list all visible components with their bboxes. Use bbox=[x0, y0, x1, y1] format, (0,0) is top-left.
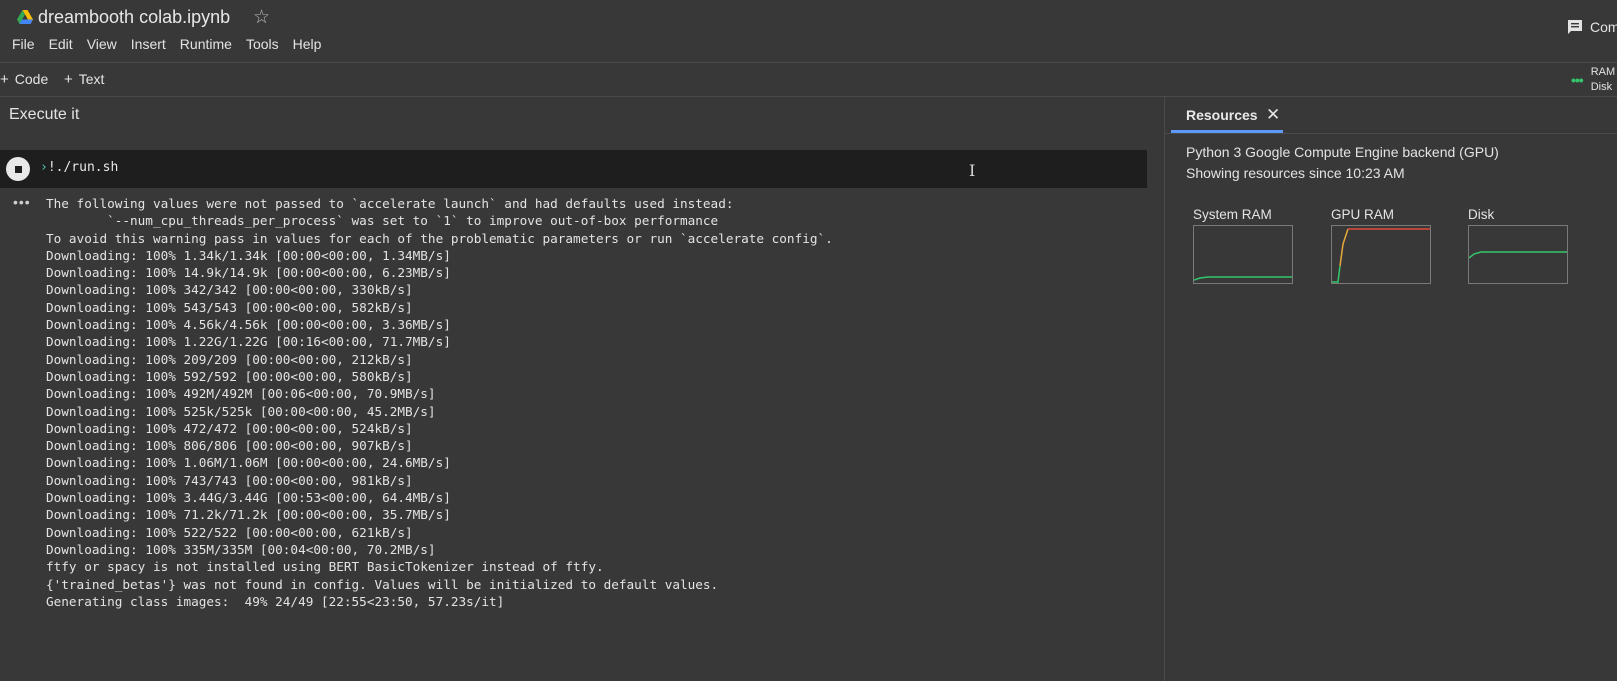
cell-output: The following values were not passed to … bbox=[46, 195, 833, 610]
output-line: Downloading: 100% 543/543 [00:00<00:00, … bbox=[46, 299, 413, 315]
output-line: Downloading: 100% 525k/525k [00:00<00:00… bbox=[46, 403, 436, 419]
menu-help[interactable]: Help bbox=[293, 36, 322, 52]
google-drive-icon bbox=[17, 10, 33, 24]
comment-button[interactable]: Comment bbox=[1566, 18, 1617, 36]
plus-icon: + bbox=[0, 71, 9, 88]
stop-cell-button[interactable] bbox=[6, 157, 30, 181]
gpu-ram-gauge: GPU RAM bbox=[1331, 207, 1431, 284]
disk-gauge: Disk bbox=[1468, 207, 1568, 284]
output-line: Downloading: 100% 4.56k/4.56k [00:00<00:… bbox=[46, 317, 451, 333]
toolbar: + Code + Text ••• RAM Disk bbox=[0, 62, 1617, 97]
output-line: Downloading: 100% 3.44G/3.44G [00:53<00:… bbox=[46, 490, 451, 506]
code-editor[interactable]: ›!./run.sh bbox=[40, 160, 118, 175]
output-line: Downloading: 100% 492M/492M [00:06<00:00… bbox=[46, 386, 436, 402]
code-cell[interactable]: ›!./run.sh I bbox=[0, 150, 1147, 188]
notebook-area: Execute it ›!./run.sh I ••• The followin… bbox=[0, 97, 1164, 681]
output-line: Downloading: 100% 1.34k/1.34k [00:00<00:… bbox=[46, 247, 451, 263]
output-line: Generating class images: 49% 24/49 [22:5… bbox=[46, 593, 505, 609]
since-line: Showing resources since 10:23 AM bbox=[1186, 165, 1405, 181]
collapse-arrow-icon: › bbox=[40, 160, 48, 175]
resources-panel: Resources ✕ Python 3 Google Compute Engi… bbox=[1165, 97, 1617, 681]
add-text-button[interactable]: + Text bbox=[64, 71, 104, 88]
output-line: Downloading: 100% 209/209 [00:00<00:00, … bbox=[46, 351, 413, 367]
menu-bar: File Edit View Insert Runtime Tools Help bbox=[12, 36, 335, 52]
star-icon[interactable]: ☆ bbox=[253, 6, 270, 29]
output-line: Downloading: 100% 14.9k/14.9k [00:00<00:… bbox=[46, 265, 451, 281]
add-text-label: Text bbox=[78, 71, 105, 87]
system-ram-gauge: System RAM bbox=[1193, 207, 1293, 284]
backend-info: Python 3 Google Compute Engine backend (… bbox=[1186, 142, 1499, 184]
menu-tools[interactable]: Tools bbox=[246, 36, 279, 52]
disk-sparkline bbox=[1468, 251, 1567, 259]
output-menu-icon[interactable]: ••• bbox=[13, 194, 31, 210]
menu-edit[interactable]: Edit bbox=[49, 36, 73, 52]
output-line: Downloading: 100% 522/522 [00:00<00:00, … bbox=[46, 524, 413, 540]
code-text: !./run.sh bbox=[47, 160, 119, 175]
close-icon[interactable]: ✕ bbox=[1266, 105, 1280, 125]
disk-label: Disk bbox=[1590, 81, 1613, 93]
comment-icon bbox=[1568, 20, 1582, 34]
add-code-label: Code bbox=[14, 71, 49, 87]
system-ram-sparkline bbox=[1193, 276, 1292, 281]
ram-label: RAM bbox=[1590, 66, 1616, 78]
top-bar: dreambooth colab.ipynb ☆ File Edit View … bbox=[0, 0, 1617, 62]
system-ram-label: System RAM bbox=[1193, 207, 1272, 222]
tab-divider bbox=[1165, 133, 1617, 134]
menu-runtime[interactable]: Runtime bbox=[180, 36, 232, 52]
output-line: To avoid this warning pass in values for… bbox=[46, 230, 833, 246]
menu-file[interactable]: File bbox=[12, 36, 35, 52]
ram-disk-indicator[interactable]: ••• RAM Disk bbox=[1571, 65, 1615, 95]
output-line: `--num_cpu_threads_per_process` was set … bbox=[46, 213, 719, 229]
notebook-title[interactable]: dreambooth colab.ipynb bbox=[38, 7, 230, 28]
output-line: Downloading: 100% 592/592 [00:00<00:00, … bbox=[46, 368, 413, 384]
output-line: {'trained_betas'} was not found in confi… bbox=[46, 576, 719, 592]
output-line: Downloading: 100% 1.06M/1.06M [00:00<00:… bbox=[46, 455, 451, 471]
output-line: Downloading: 100% 71.2k/71.2k [00:00<00:… bbox=[46, 507, 451, 523]
comment-label: Comment bbox=[1590, 19, 1617, 35]
backend-line: Python 3 Google Compute Engine backend (… bbox=[1186, 144, 1499, 160]
text-cursor-icon: I bbox=[969, 161, 976, 180]
menu-insert[interactable]: Insert bbox=[131, 36, 166, 52]
output-line: Downloading: 100% 743/743 [00:00<00:00, … bbox=[46, 472, 413, 488]
output-line: Downloading: 100% 1.22G/1.22G [00:16<00:… bbox=[46, 334, 451, 350]
tab-resources[interactable]: Resources bbox=[1186, 107, 1258, 123]
output-line: Downloading: 100% 472/472 [00:00<00:00, … bbox=[46, 420, 413, 436]
output-line: ftfy or spacy is not installed using BER… bbox=[46, 559, 604, 575]
plus-icon: + bbox=[64, 71, 73, 88]
stop-icon bbox=[14, 165, 22, 173]
menu-view[interactable]: View bbox=[87, 36, 117, 52]
gpu-ram-label: GPU RAM bbox=[1331, 207, 1395, 222]
output-line: Downloading: 100% 335M/335M [00:04<00:00… bbox=[46, 541, 436, 557]
output-line: Downloading: 100% 342/342 [00:00<00:00, … bbox=[46, 282, 413, 298]
section-heading: Execute it bbox=[9, 106, 80, 123]
gpu-ram-sparkline bbox=[1332, 228, 1430, 283]
status-dots-icon: ••• bbox=[1571, 72, 1584, 88]
output-line: The following values were not passed to … bbox=[46, 196, 734, 211]
add-code-button[interactable]: + Code bbox=[0, 71, 48, 88]
disk-label-gauge: Disk bbox=[1468, 207, 1495, 222]
output-line: Downloading: 100% 806/806 [00:00<00:00, … bbox=[46, 438, 413, 454]
